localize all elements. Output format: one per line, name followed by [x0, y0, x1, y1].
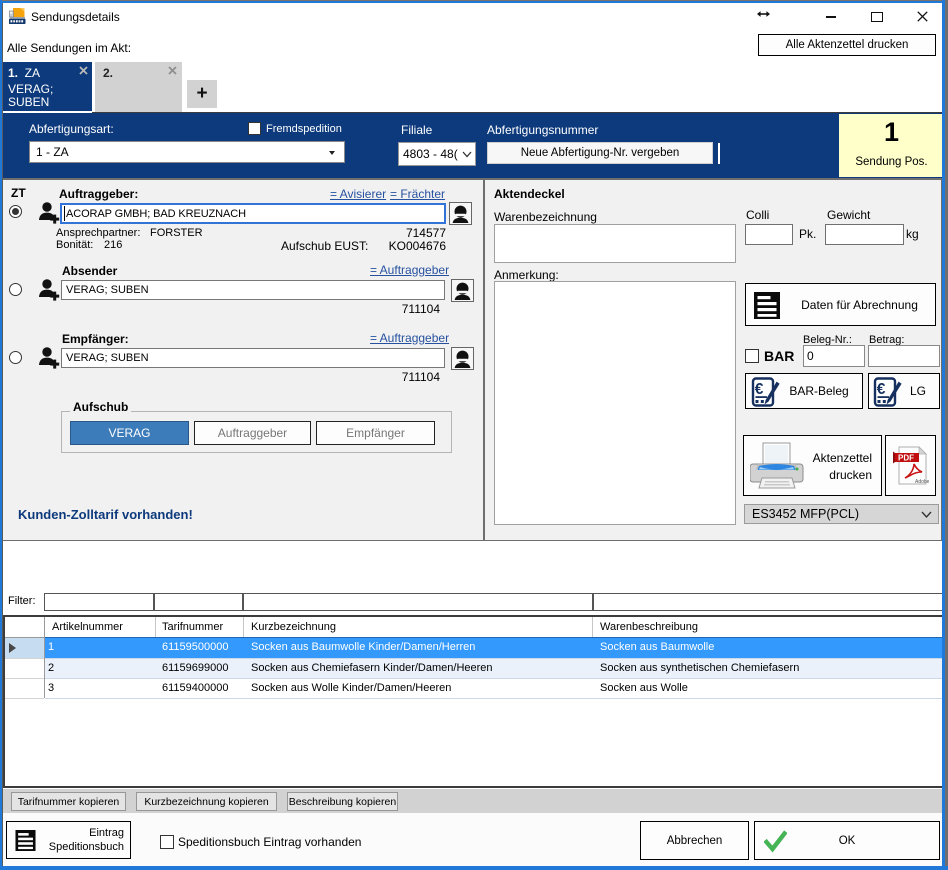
svg-text:€: € [755, 381, 764, 398]
svg-text:PDF: PDF [898, 453, 914, 462]
svg-text:€: € [877, 381, 886, 398]
svg-text:Adobe: Adobe [915, 479, 929, 485]
